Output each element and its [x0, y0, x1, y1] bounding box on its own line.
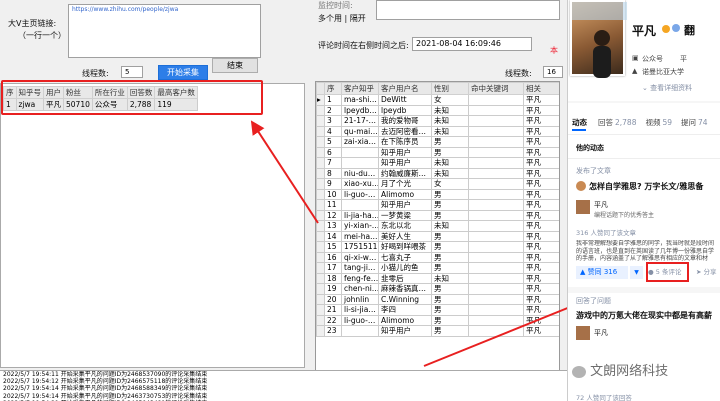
divider: [568, 101, 720, 103]
tab-count: 74: [698, 118, 708, 127]
app-window: 大V主页链接: （一行一个） https://www.zhihu.com/peo…: [0, 0, 720, 401]
active-tab-indicator: [572, 129, 586, 131]
highlight-box-comments: [646, 262, 689, 282]
tab-0[interactable]: 动态: [572, 118, 589, 127]
tab-count: 59: [662, 118, 673, 127]
feed-header: 他的动态: [576, 144, 604, 152]
post1-meta: 发布了文章: [576, 167, 611, 175]
tab-label: 动态: [572, 118, 587, 127]
arrow-to-user-table: [250, 120, 319, 224]
wechat-icon: [572, 365, 586, 378]
profile-detail-link-label: 查看详细资料: [650, 84, 693, 92]
post1-body: 我非常理解想要自学雅思的同学，我当时就是段时间的语言班，也是直到在英国读了几年博…: [576, 240, 715, 262]
post1-author-desc: 编程话题下的优秀答主: [594, 212, 655, 219]
badge-icon: [662, 25, 670, 33]
tab-2[interactable]: 视频 59: [645, 118, 672, 127]
watermark-text: 文朗网络科技: [590, 364, 669, 379]
divider: [568, 158, 720, 159]
profile-avatar[interactable]: [570, 0, 627, 78]
profile-tabs: 动态 回答 2,788 视频 59 提问 74: [572, 117, 720, 129]
tab-label: 回答: [598, 118, 613, 127]
tab-3[interactable]: 提问 74: [681, 118, 708, 127]
upvote-button[interactable]: ▲ 赞同 316: [576, 266, 628, 279]
school-icon: ▲: [632, 67, 638, 75]
tab-label: 视频: [645, 118, 661, 127]
tab-1[interactable]: 回答 2,788: [598, 118, 636, 127]
divider: [568, 134, 720, 135]
upvote-label: 赞同 316: [587, 268, 618, 276]
post2-author-avatar[interactable]: [576, 326, 590, 340]
post1-likes-line: 316 人赞同了该文章: [576, 229, 636, 237]
post1-author-avatar[interactable]: [576, 200, 590, 214]
share-label: 分享: [703, 268, 717, 276]
downvote-button[interactable]: ▼: [630, 266, 643, 279]
post2-meta: 回答了问题: [576, 297, 611, 305]
bag-icon: ▣: [632, 54, 639, 62]
post2-author[interactable]: 平凡: [594, 328, 608, 338]
post1-author[interactable]: 平凡: [594, 200, 608, 210]
zhihu-username-suffix: 翻: [684, 24, 695, 37]
post1-title[interactable]: 怎样自学雅思? 万字长文/雅思备: [589, 181, 703, 192]
info-school: 诺曼比亚大学: [642, 68, 684, 76]
watermark: 文朗网络科技: [572, 360, 720, 386]
tab-label: 提问: [681, 118, 697, 127]
post1-avatar[interactable]: [576, 181, 586, 191]
tab-count: 2,788: [615, 118, 637, 127]
post2-likes-line: 72 人赞同了该回答: [576, 394, 632, 401]
post2-title[interactable]: 游戏中的万氪大佬在现实中都是有高薪: [576, 310, 712, 321]
verified-icon: [672, 24, 680, 32]
zhihu-profile-panel: 平凡 翻 ▣ 公众号 平 ▲ 诺曼比亚大学 ⌄ 查看详细资料 动态 回答 2,788…: [567, 0, 720, 401]
info-industry: 公众号: [642, 55, 663, 63]
divider: [568, 287, 720, 293]
zhihu-username: 平凡: [632, 24, 657, 38]
share-button[interactable]: ➤ 分享: [696, 266, 720, 279]
info-extra: 平: [680, 55, 687, 63]
avatar-figure-icon: [572, 2, 627, 78]
profile-detail-link[interactable]: ⌄ 查看详细资料: [642, 83, 692, 93]
